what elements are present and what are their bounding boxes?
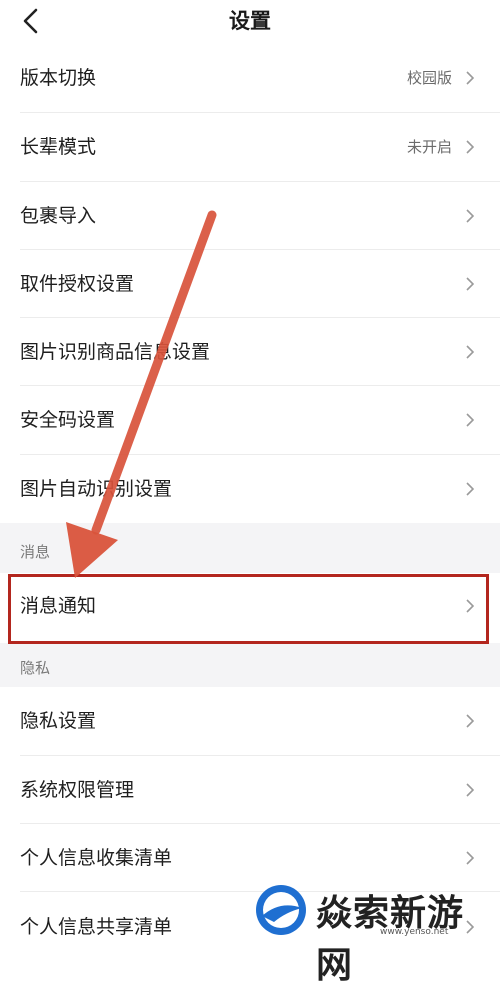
annotation-arrow xyxy=(66,210,217,578)
watermark-logo-icon xyxy=(256,885,306,935)
watermark: 焱索新游网 www.yenso.net xyxy=(250,880,498,986)
watermark-url: www.yenso.net xyxy=(380,927,449,937)
